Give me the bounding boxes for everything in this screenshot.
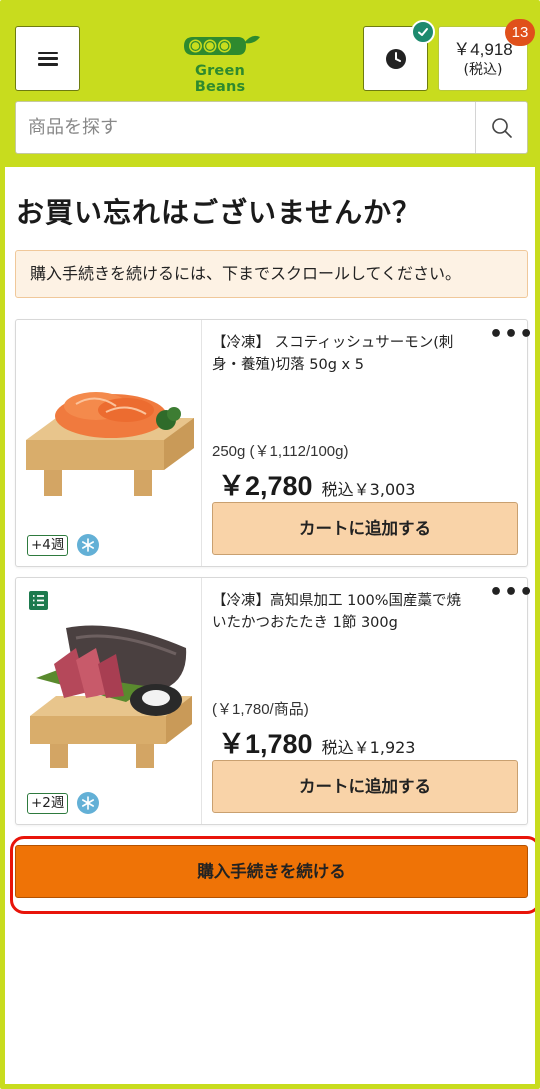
green-beans-logo-icon: [184, 35, 260, 55]
snowflake-icon: [77, 534, 99, 556]
product-card: +2週 【冷凍】高知県加工 100%国産藁で焼いたかつおたたき 1節 300g …: [15, 577, 533, 825]
search-input[interactable]: [16, 102, 475, 153]
snowflake-icon: [77, 792, 99, 814]
more-options-icon[interactable]: •••: [489, 582, 533, 608]
check-icon: [411, 20, 435, 44]
scroll-notice: 購入手続きを続けるには、下までスクロールしてください。: [15, 250, 528, 298]
checkout-button[interactable]: 購入手続きを続ける: [15, 845, 528, 898]
salmon-sashimi-image: [26, 392, 194, 496]
unit-price: (￥1,780/商品): [212, 701, 309, 718]
product-info: 【冷凍】高知県加工 100%国産藁で焼いたかつおたたき 1節 300g ••• …: [212, 578, 533, 824]
search-bar: [15, 101, 528, 154]
product-card: +4週 【冷凍】 スコティッシュサーモン(刺身・養殖)切落 50g x 5 ••…: [15, 319, 533, 567]
product-name[interactable]: 【冷凍】高知県加工 100%国産藁で焼いたかつおたたき 1節 300g: [212, 590, 472, 634]
cart-tax-label: (税込): [463, 62, 503, 78]
logo-text: Green Beans: [194, 63, 246, 95]
page-title: お買い忘れはございませんか？: [16, 196, 422, 229]
product-info: 【冷凍】 スコティッシュサーモン(刺身・養殖)切落 50g x 5 ••• 25…: [212, 320, 533, 566]
header: Green Beans ￥4,918 (税込) 13: [5, 5, 535, 167]
search-button[interactable]: [475, 102, 527, 153]
price: ￥1,780: [218, 729, 313, 759]
delivery-weeks-badge: +2週: [27, 793, 69, 814]
price-tax-included: 税込￥3,003: [321, 480, 416, 499]
hamburger-menu-icon: [37, 51, 58, 66]
menu-button[interactable]: [15, 26, 80, 91]
cart-count-badge: 13: [505, 19, 535, 46]
price: ￥2,780: [218, 471, 313, 501]
search-icon: [491, 117, 512, 138]
price-row: ￥2,780 税込￥3,003: [218, 464, 415, 503]
price-tax-included: 税込￥1,923: [321, 738, 416, 757]
product-image-area[interactable]: +4週: [16, 320, 202, 566]
more-options-icon[interactable]: •••: [489, 324, 533, 350]
bonito-tataki-image: [30, 625, 192, 768]
logo[interactable]: Green Beans: [170, 31, 270, 95]
app-frame: Green Beans ￥4,918 (税込) 13 商品を探す お買い忘れはご…: [0, 0, 540, 1089]
price-row: ￥1,780 税込￥1,923: [218, 722, 415, 761]
delivery-weeks-badge: +4週: [27, 535, 69, 556]
add-to-cart-button[interactable]: カートに追加する: [212, 760, 518, 813]
clock-icon: [385, 48, 406, 69]
product-image-area[interactable]: +2週: [16, 578, 202, 824]
product-name[interactable]: 【冷凍】 スコティッシュサーモン(刺身・養殖)切落 50g x 5: [212, 332, 472, 376]
add-to-cart-button[interactable]: カートに追加する: [212, 502, 518, 555]
unit-price: 250g (￥1,112/100g): [212, 443, 349, 460]
